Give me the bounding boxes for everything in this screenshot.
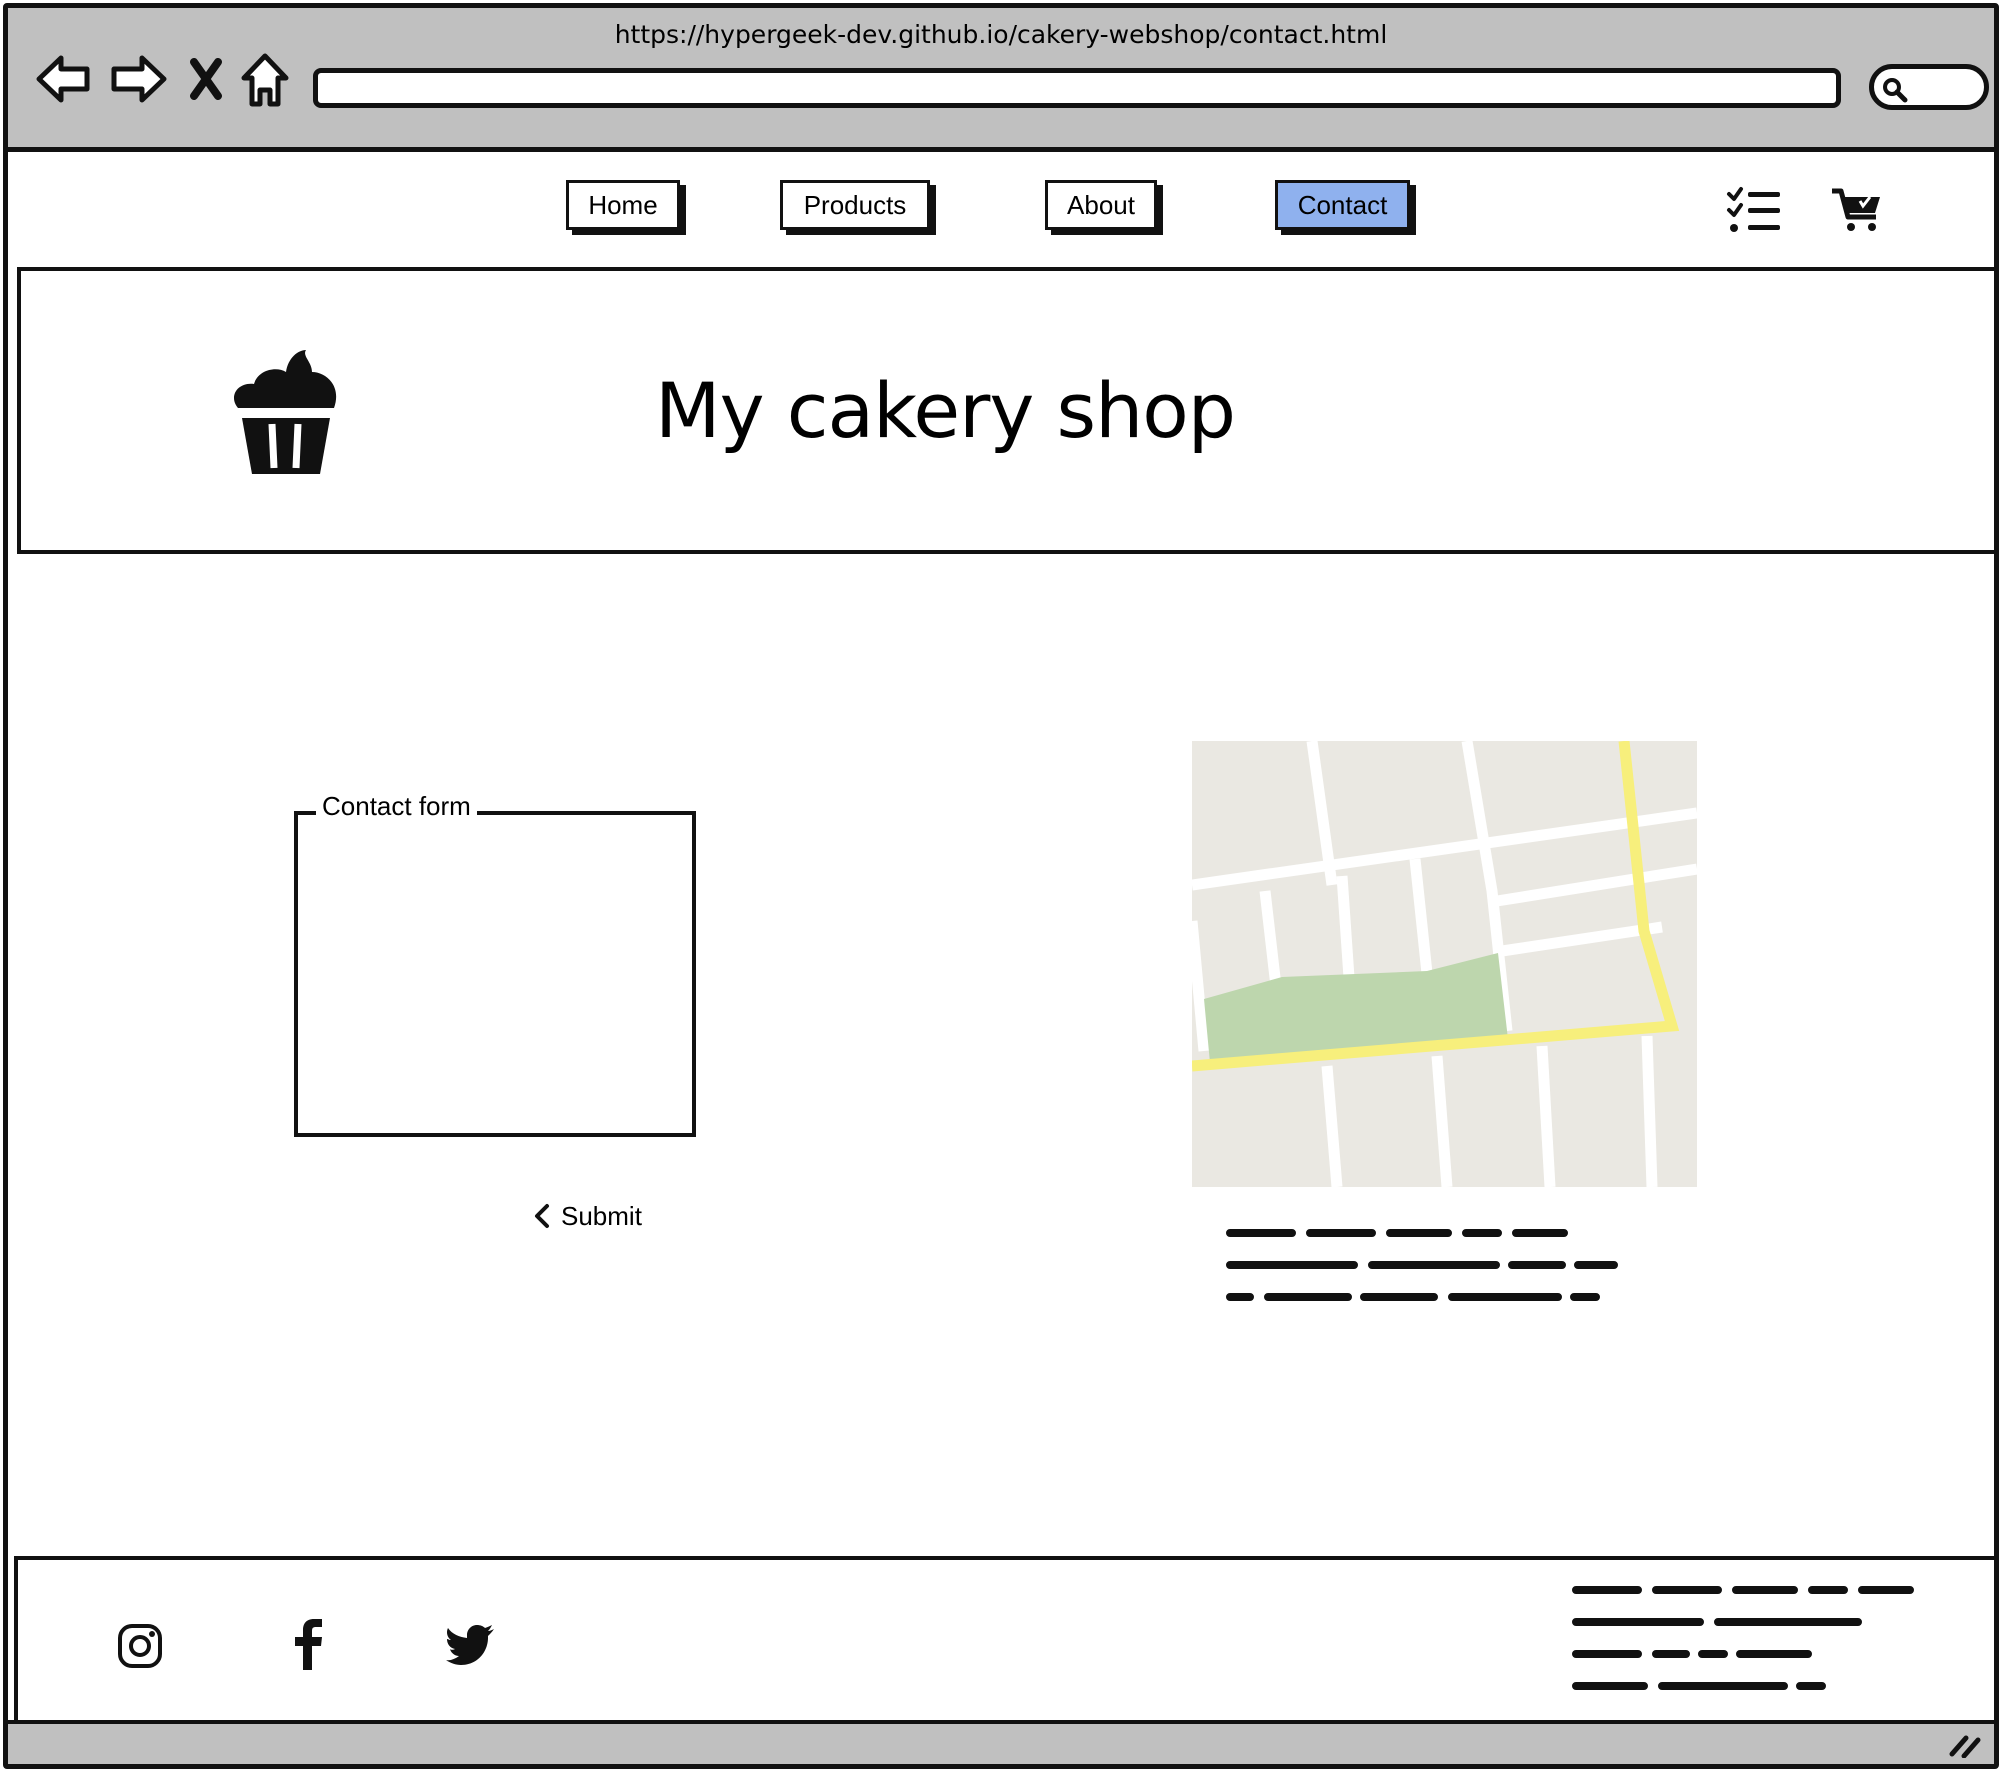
site-title: My cakery shop: [655, 366, 1236, 455]
nav-contact-label: Contact: [1297, 189, 1388, 220]
nav-about[interactable]: About: [1045, 180, 1157, 230]
checklist-icon[interactable]: [1726, 186, 1784, 234]
footer-text-placeholder: [1572, 1586, 1914, 1690]
page-url: https://hypergeek-dev.github.io/cakery-w…: [614, 20, 1388, 49]
address-text-placeholder: [1226, 1229, 1618, 1301]
contact-form[interactable]: Contact form: [294, 791, 696, 1137]
page-footer: [14, 1556, 1994, 1734]
nav-home-label: Home: [588, 189, 658, 220]
cupcake-icon: [233, 350, 337, 474]
shopping-cart-icon[interactable]: [1830, 186, 1886, 234]
chevron-left-icon: [535, 1204, 549, 1228]
search-icon: [1883, 78, 1908, 103]
header-banner: My cakery shop: [17, 267, 1994, 554]
nav-products-label: Products: [803, 189, 907, 220]
search-field[interactable]: [1869, 64, 1989, 110]
submit-link[interactable]: Submit: [533, 1196, 642, 1236]
twitter-icon[interactable]: [446, 1624, 496, 1666]
map-image: [1192, 741, 1697, 1187]
browser-toolbar: https://hypergeek-dev.github.io/cakery-w…: [8, 8, 1994, 152]
submit-label: Submit: [561, 1200, 642, 1231]
nav-home[interactable]: Home: [566, 180, 680, 230]
nav-products[interactable]: Products: [780, 180, 930, 230]
stop-icon[interactable]: [188, 58, 224, 100]
back-arrow-icon[interactable]: [35, 52, 93, 106]
home-icon[interactable]: [240, 52, 290, 108]
resize-handle-icon[interactable]: [1948, 1730, 1982, 1758]
nav-about-label: About: [1067, 189, 1135, 220]
facebook-icon[interactable]: [292, 1618, 326, 1672]
forward-arrow-icon[interactable]: [108, 52, 168, 106]
browser-status-bar: [8, 1720, 1994, 1764]
contact-form-legend: Contact form: [316, 791, 477, 822]
nav-contact[interactable]: Contact: [1275, 180, 1410, 230]
address-bar[interactable]: [313, 68, 1841, 108]
instagram-icon[interactable]: [116, 1622, 164, 1670]
browser-window: https://hypergeek-dev.github.io/cakery-w…: [3, 3, 1999, 1769]
